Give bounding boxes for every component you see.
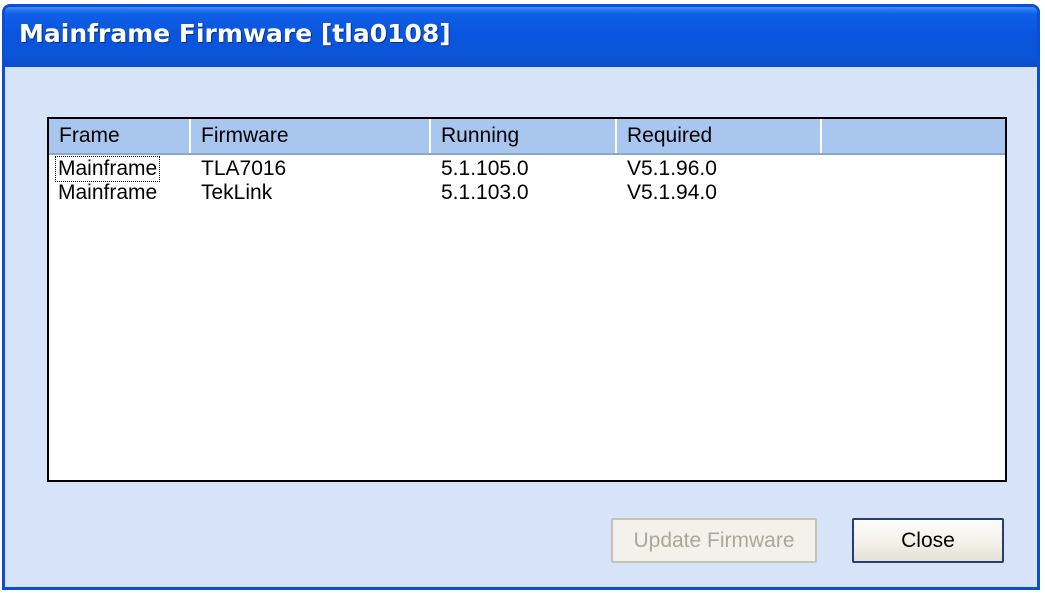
column-header-required[interactable]: Required	[617, 119, 822, 153]
cell-running: 5.1.103.0	[441, 181, 529, 204]
cell-required: V5.1.94.0	[627, 181, 717, 204]
cell-firmware: TekLink	[201, 181, 273, 204]
close-button[interactable]: Close	[852, 518, 1004, 563]
list-row[interactable]: Mainframe TLA7016 5.1.105.0 V5.1.96.0	[49, 156, 1005, 182]
cell-running: 5.1.105.0	[441, 157, 529, 180]
cell-required: V5.1.96.0	[627, 157, 717, 180]
list-row[interactable]: Mainframe TekLink 5.1.103.0 V5.1.94.0	[49, 181, 1005, 205]
firmware-dialog: Mainframe Firmware [tla0108] Frame Firmw…	[2, 4, 1040, 590]
column-header-empty[interactable]	[822, 119, 1005, 153]
list-header: Frame Firmware Running Required	[49, 119, 1005, 155]
cell-frame: Mainframe	[58, 181, 158, 204]
cell-frame: Mainframe	[54, 156, 161, 182]
title-bar[interactable]: Mainframe Firmware [tla0108]	[5, 7, 1037, 67]
update-firmware-button[interactable]: Update Firmware	[611, 518, 817, 563]
cell-firmware: TLA7016	[201, 157, 287, 180]
column-header-frame[interactable]: Frame	[49, 119, 191, 153]
firmware-list[interactable]: Frame Firmware Running Required Mainfram…	[47, 117, 1007, 482]
column-header-firmware[interactable]: Firmware	[191, 119, 431, 153]
window-title: Mainframe Firmware [tla0108]	[19, 19, 451, 48]
column-header-running[interactable]: Running	[431, 119, 617, 153]
